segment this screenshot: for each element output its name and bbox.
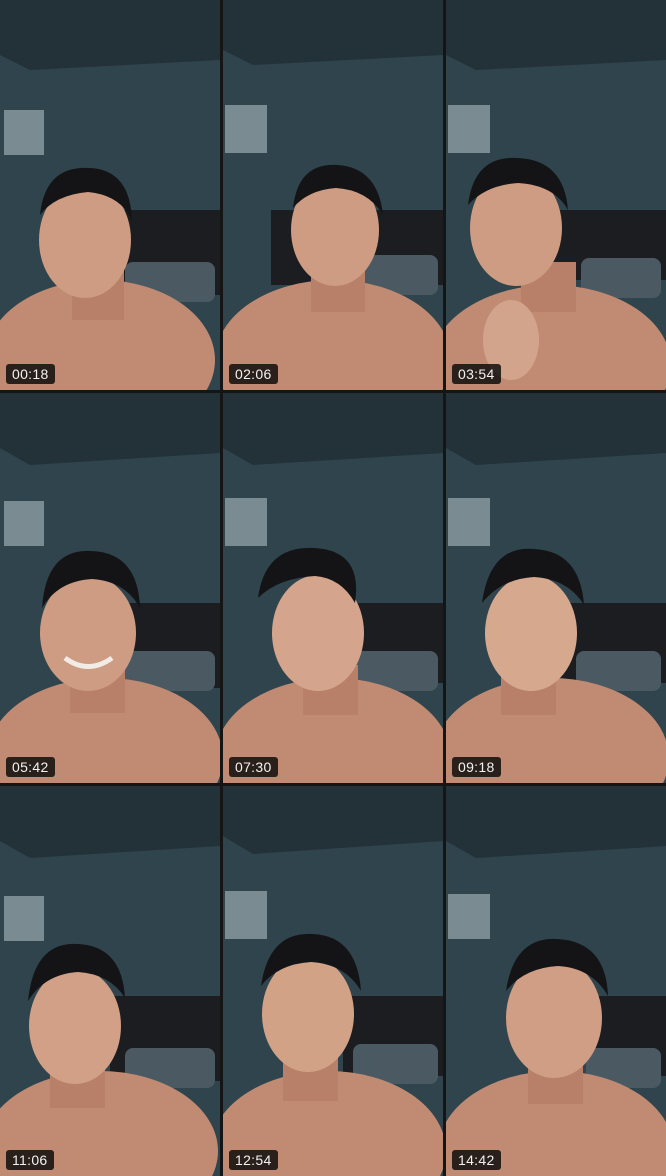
- video-frame-7[interactable]: 11:06: [0, 786, 220, 1176]
- frame-image: [0, 393, 220, 783]
- video-frame-9[interactable]: 14:42: [446, 786, 666, 1176]
- frame-grid: 00:18 02:06 03:54 05:42 07:30 09:18 11:0…: [0, 0, 666, 1176]
- frame-image: [223, 0, 443, 390]
- frame-image: [223, 786, 443, 1176]
- video-frame-5[interactable]: 07:30: [223, 393, 443, 783]
- timestamp-badge: 05:42: [6, 757, 55, 777]
- timestamp-badge: 14:42: [452, 1150, 501, 1170]
- video-frame-4[interactable]: 05:42: [0, 393, 220, 783]
- frame-image: [223, 393, 443, 783]
- frame-image: [446, 0, 666, 390]
- timestamp-badge: 00:18: [6, 364, 55, 384]
- timestamp-badge: 02:06: [229, 364, 278, 384]
- timestamp-badge: 12:54: [229, 1150, 278, 1170]
- video-frame-6[interactable]: 09:18: [446, 393, 666, 783]
- timestamp-badge: 07:30: [229, 757, 278, 777]
- timestamp-badge: 09:18: [452, 757, 501, 777]
- frame-image: [446, 393, 666, 783]
- timestamp-badge: 03:54: [452, 364, 501, 384]
- frame-image: [0, 0, 220, 390]
- video-frame-2[interactable]: 02:06: [223, 0, 443, 390]
- frame-image: [446, 786, 666, 1176]
- timestamp-badge: 11:06: [6, 1150, 54, 1170]
- frame-image: [0, 786, 220, 1176]
- video-frame-3[interactable]: 03:54: [446, 0, 666, 390]
- video-frame-1[interactable]: 00:18: [0, 0, 220, 390]
- video-frame-8[interactable]: 12:54: [223, 786, 443, 1176]
